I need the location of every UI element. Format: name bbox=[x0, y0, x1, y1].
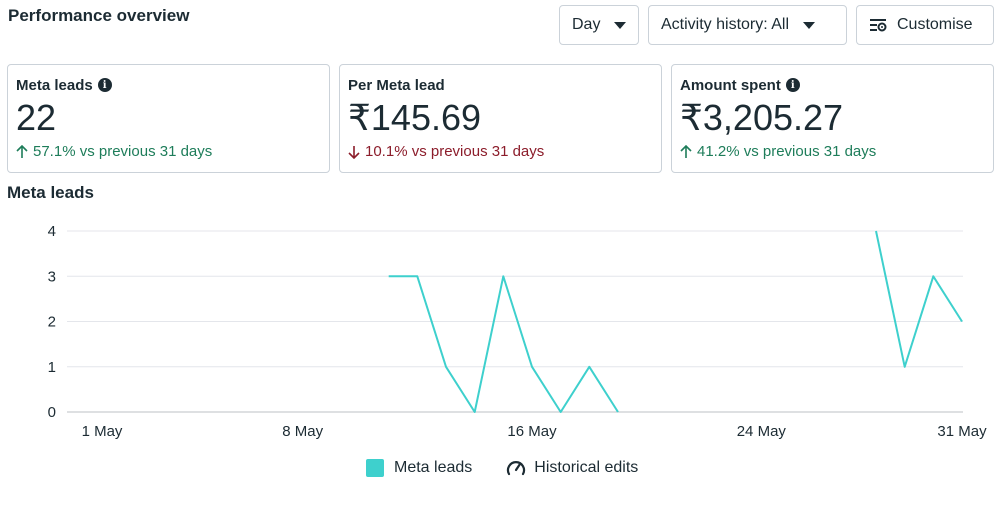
customise-button[interactable]: Customise bbox=[856, 5, 994, 45]
card-title-text: Meta leads bbox=[16, 76, 93, 94]
metric-card-amount-spent[interactable]: Amount spent i ₹3,205.27 41.2% vs previo… bbox=[671, 64, 994, 173]
card-title: Amount spent i bbox=[680, 75, 985, 95]
day-dropdown-button[interactable]: Day bbox=[559, 5, 639, 45]
meta-leads-line-chart: 0 1 2 3 4 1 May 8 May 16 May 24 May 31 May bbox=[48, 223, 987, 440]
card-change-text: 10.1% vs previous 31 days bbox=[365, 143, 545, 160]
y-tick-label: 3 bbox=[48, 268, 56, 285]
legend-item-meta-leads[interactable]: Meta leads bbox=[366, 459, 472, 477]
arrow-down-icon bbox=[348, 145, 360, 159]
caret-down-icon bbox=[803, 21, 816, 29]
x-tick-label: 1 May bbox=[82, 423, 123, 440]
info-icon[interactable]: i bbox=[785, 78, 800, 92]
info-icon[interactable]: i bbox=[97, 78, 112, 92]
arrow-up-icon bbox=[680, 144, 692, 158]
day-dropdown-label: Day bbox=[572, 16, 601, 33]
card-change-text: 41.2% vs previous 31 days bbox=[697, 143, 877, 160]
x-tick-label: 31 May bbox=[937, 423, 987, 440]
legend-label: Meta leads bbox=[394, 459, 473, 476]
y-tick-label: 2 bbox=[48, 314, 56, 331]
x-tick-label: 24 May bbox=[737, 423, 787, 440]
card-change: 57.1% vs previous 31 days bbox=[16, 143, 321, 160]
chart-section-title: Meta leads bbox=[7, 183, 94, 202]
x-tick-label: 8 May bbox=[282, 423, 323, 440]
card-title: Per Meta lead bbox=[348, 75, 653, 95]
x-tick-label: 16 May bbox=[507, 423, 557, 440]
card-change-text: 57.1% vs previous 31 days bbox=[33, 143, 213, 160]
card-value: ₹3,205.27 bbox=[680, 97, 844, 138]
card-title-text: Per Meta lead bbox=[348, 76, 445, 94]
card-title: Meta leads i bbox=[16, 75, 321, 95]
page-title: Performance overview bbox=[8, 6, 190, 25]
metric-card-meta-leads[interactable]: Meta leads i 22 57.1% vs previous 31 day… bbox=[7, 64, 330, 173]
legend-item-historical-edits[interactable]: Historical edits bbox=[506, 459, 638, 477]
settings-sliders-icon bbox=[869, 17, 887, 33]
series-line-meta-leads bbox=[388, 275, 619, 413]
y-tick-label: 1 bbox=[48, 359, 56, 376]
card-change: 10.1% vs previous 31 days bbox=[348, 143, 653, 160]
arrow-up-icon bbox=[16, 144, 28, 158]
legend-swatch bbox=[366, 459, 384, 477]
activity-history-label: Activity history: All bbox=[661, 16, 790, 33]
card-value: 22 bbox=[16, 97, 57, 138]
chart-legend: Meta leads Historical edits bbox=[366, 459, 638, 477]
legend-label: Historical edits bbox=[534, 459, 639, 476]
customise-label: Customise bbox=[897, 16, 973, 33]
metric-card-per-meta-lead[interactable]: Per Meta lead ₹145.69 10.1% vs previous … bbox=[339, 64, 662, 173]
activity-history-dropdown-button[interactable]: Activity history: All bbox=[648, 5, 847, 45]
card-value: ₹145.69 bbox=[348, 97, 482, 138]
gauge-icon bbox=[506, 459, 526, 477]
series-line-meta-leads bbox=[875, 230, 963, 368]
card-change: 41.2% vs previous 31 days bbox=[680, 143, 985, 160]
y-tick-label: 0 bbox=[48, 404, 56, 421]
caret-down-icon bbox=[614, 21, 627, 29]
y-tick-label: 4 bbox=[48, 223, 56, 240]
card-title-text: Amount spent bbox=[680, 76, 781, 94]
